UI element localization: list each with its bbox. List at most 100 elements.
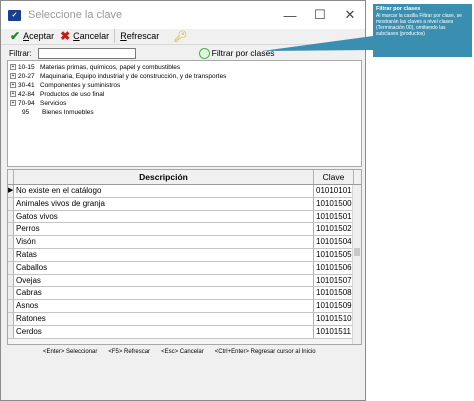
cancel-label: ancelar xyxy=(79,31,110,41)
cell-clave: 10101510 xyxy=(316,313,352,323)
x-icon: ✖ xyxy=(60,29,71,43)
tree-item-code: 10-15 xyxy=(18,63,35,71)
tree-item-label: Bienes Inmuebles xyxy=(42,108,94,116)
cell-clave: 10101506 xyxy=(316,262,352,272)
tree-item[interactable]: 95 Bienes Inmuebles xyxy=(8,108,94,116)
title-bar: ✓ Seleccione la clave — ☐ ✕ xyxy=(1,1,365,29)
tree-item-label: Productos de uso final xyxy=(40,90,105,98)
filter-input[interactable] xyxy=(37,47,136,59)
tree-item[interactable]: + 42-84 Productos de uso final xyxy=(8,90,104,98)
tree-item[interactable]: + 20-27 Maquinaria, Equipo industrial y … xyxy=(8,72,226,80)
status-bar: <Enter> Seleccionar <F5> Refrescar <Esc>… xyxy=(1,347,365,357)
cell-clave: 10101511 xyxy=(316,326,351,336)
cell-description: Caballos xyxy=(14,261,314,274)
table-row[interactable]: Asnos 10101509 xyxy=(8,300,354,313)
hint-return-cursor: <Ctrl+Enter> Regresar cursor al Inicio xyxy=(214,349,316,355)
grid-body: ▶ No existe en el catálogo 01010101 Animale… xyxy=(8,185,354,339)
table-row[interactable]: Caballos 10101506 xyxy=(8,261,354,275)
filter-by-class-checkbox[interactable] xyxy=(198,47,210,59)
tooltip-title: Filtrar por clases xyxy=(376,6,421,12)
window-controls: — ☐ ✕ xyxy=(275,1,365,29)
table-row[interactable]: Animales vivos de granja 10101500 xyxy=(8,197,354,211)
maximize-icon[interactable]: ☐ xyxy=(305,1,335,29)
table-row[interactable]: ▶ No existe en el catálogo 01010101 xyxy=(8,185,354,198)
help-tooltip: Filtrar por clases Al marcar la casilla … xyxy=(373,4,472,57)
category-tree[interactable]: + 10-15 Materias primas, químicos, papel… xyxy=(7,60,362,167)
window-title: Seleccione la clave xyxy=(28,9,123,21)
tree-item-label: Servicios xyxy=(40,99,67,107)
toolbar-separator xyxy=(114,29,116,43)
table-row[interactable]: Ratas 10101505 xyxy=(8,248,354,262)
column-header-clave[interactable]: Clave xyxy=(314,170,354,184)
cell-description: Asnos xyxy=(14,300,314,312)
check-icon: ✔ xyxy=(10,29,21,43)
table-row[interactable]: Perros 10101502 xyxy=(8,223,354,237)
grid-header: Descripción Clave xyxy=(8,170,361,185)
dialog-window: ✓ Seleccione la clave — ☐ ✕ ✔ Aceptar ✖ … xyxy=(0,0,366,401)
expand-icon[interactable]: + xyxy=(10,91,16,97)
cell-clave: 10101502 xyxy=(316,224,352,234)
cell-description: Animales vivos de granja xyxy=(14,197,314,210)
table-row[interactable]: Cabras 10101508 xyxy=(8,287,354,301)
close-icon[interactable]: ✕ xyxy=(335,1,365,29)
key-button[interactable]: 🔑︎ xyxy=(170,28,190,45)
key-icon: 🔑︎ xyxy=(173,30,188,43)
tree-item[interactable]: + 70-94 Servicios xyxy=(8,99,66,107)
hint-select: <Enter> Seleccionar xyxy=(43,349,98,355)
tree-item[interactable]: + 10-15 Materias primas, químicos, papel… xyxy=(8,63,180,71)
filter-label: Filtrar: xyxy=(9,48,32,58)
cell-clave: 10101505 xyxy=(316,249,352,259)
cell-clave: 10101507 xyxy=(316,275,352,285)
tree-item-code: 20-27 xyxy=(18,72,35,80)
tooltip-text: Al marcar la casilla Filtrar por clase, … xyxy=(376,13,462,37)
cell-description: Cerdos xyxy=(14,325,314,338)
toolbar: ✔ Aceptar ✖ Cancelar Refrescar 🔑︎ xyxy=(1,28,365,45)
cell-clave: 10101509 xyxy=(316,301,352,311)
results-grid[interactable]: Descripción Clave ▶ No existe en el catál… xyxy=(7,169,362,345)
expand-icon[interactable]: + xyxy=(10,73,16,79)
tree-item-code: 30-41 xyxy=(18,81,35,89)
cell-description: Visón xyxy=(14,236,314,248)
hint-cancel: <Esc> Cancelar xyxy=(161,349,204,355)
tree-item-code: 42-84 xyxy=(18,90,35,98)
table-row[interactable]: Cerdos 10101511 xyxy=(8,325,354,339)
tree-item-label: Componentes y suministros xyxy=(40,81,121,89)
table-row[interactable]: Visón 10101504 xyxy=(8,236,354,249)
tree-item-code: 70-94 xyxy=(18,99,35,107)
expand-icon[interactable]: + xyxy=(10,100,16,106)
table-row[interactable]: Ovejas 10101507 xyxy=(8,274,354,288)
refresh-label: efrescar xyxy=(126,31,160,41)
accept-label: ceptar xyxy=(29,31,55,41)
cell-description: Ratones xyxy=(14,312,314,325)
table-row[interactable]: Gatos vivos 10101501 xyxy=(8,210,354,224)
filter-by-class-label[interactable]: Filtrar por clases xyxy=(212,48,275,58)
tree-item-label: Materias primas, químicos, papel y combu… xyxy=(40,63,181,71)
refresh-button[interactable]: Refrescar xyxy=(117,28,162,45)
cell-clave: 10101508 xyxy=(316,288,352,298)
cell-clave: 10101500 xyxy=(316,198,352,208)
tree-item-code: 95 xyxy=(22,108,30,116)
accept-button[interactable]: ✔ Aceptar xyxy=(7,28,57,45)
cell-description: Cabras xyxy=(14,287,314,300)
cell-clave: 01010101 xyxy=(316,186,352,195)
hint-refresh: <F5> Refrescar xyxy=(108,349,151,355)
tree-item-label: Maquinaria, Equipo industrial y de const… xyxy=(40,72,227,80)
table-row[interactable]: Ratones 10101510 xyxy=(8,312,354,326)
scrollbar-thumb[interactable] xyxy=(354,248,360,256)
app-icon: ✓ xyxy=(8,9,21,21)
cell-clave: 10101501 xyxy=(316,211,352,221)
column-header-description[interactable]: Descripción xyxy=(14,170,314,184)
cell-description: Gatos vivos xyxy=(14,210,314,223)
cancel-button[interactable]: ✖ Cancelar xyxy=(57,28,112,45)
cell-clave: 10101504 xyxy=(316,237,352,247)
expand-icon[interactable]: + xyxy=(10,64,16,70)
cell-description: Ratas xyxy=(14,248,314,261)
cell-description: Perros xyxy=(14,223,314,236)
cell-description: Ovejas xyxy=(14,274,314,287)
cell-description: No existe en el catálogo xyxy=(14,185,314,197)
expand-icon[interactable]: + xyxy=(10,82,16,88)
minimize-icon[interactable]: — xyxy=(275,1,305,29)
tree-item[interactable]: + 30-41 Componentes y suministros xyxy=(8,81,120,89)
filter-bar: Filtrar: Filtrar por clases xyxy=(1,46,365,60)
vertical-scrollbar[interactable] xyxy=(352,185,361,344)
